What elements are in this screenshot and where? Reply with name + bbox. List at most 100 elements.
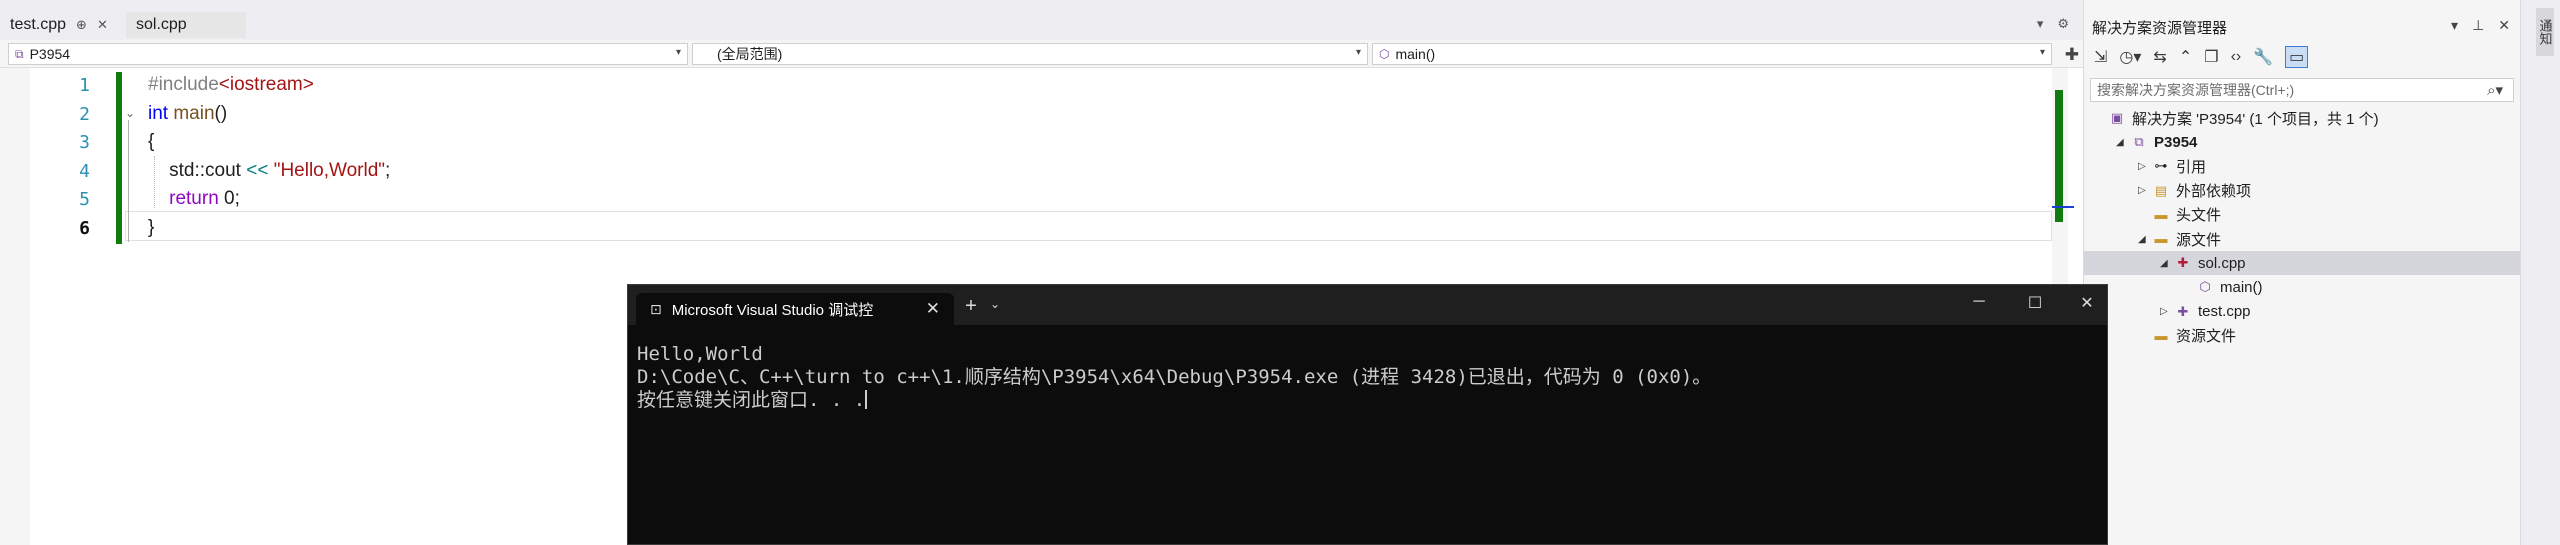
code-line[interactable]: } — [148, 217, 154, 239]
tree-item[interactable]: ▷ ⊶ 引用 — [2084, 154, 2521, 178]
switch-views-icon[interactable]: ⇲ — [2094, 47, 2107, 67]
code-token: std::cout — [148, 159, 247, 181]
close-tab-icon[interactable]: ✕ — [926, 299, 940, 319]
console-tab-title: Microsoft Visual Studio 调试控 — [671, 301, 874, 319]
collapsed-arrow-icon[interactable]: ▷ — [2138, 161, 2152, 172]
scrollbar-thumb[interactable] — [2055, 90, 2063, 222]
preview-selected-icon[interactable]: ▭ — [2285, 46, 2309, 68]
line-number: 6 — [79, 217, 90, 239]
code-line[interactable]: std::cout << "Hello,World"; — [148, 160, 390, 182]
expanded-arrow-icon[interactable]: ◢ — [2160, 258, 2174, 269]
tree-item[interactable]: ▬ 头文件 — [2084, 203, 2521, 227]
panel-title: 解决方案资源管理器 — [2092, 20, 2228, 37]
solution-icon: ▣ — [2110, 110, 2124, 125]
tree-item[interactable]: ▣ 解决方案 'P3954' (1 个项目，共 1 个) — [2084, 106, 2521, 130]
chevron-down-icon[interactable]: ▾ — [1356, 47, 1361, 58]
external-deps-icon: ▤ — [2154, 182, 2168, 198]
cpp-file-icon: ✚ — [2177, 303, 2189, 319]
collapsed-arrow-icon[interactable]: ▷ — [2160, 306, 2174, 317]
console-tab[interactable]: ⊡ Microsoft Visual Studio 调试控 ✕ — [636, 293, 954, 325]
maximize-icon[interactable]: ☐ — [2015, 293, 2055, 313]
solution-explorer-toolbar: ⇲ ◷▾ ⇆ ⌃ ❐ ‹› 🔧 ▭ — [2084, 42, 2521, 72]
new-tab-plus-icon[interactable]: + — [956, 295, 986, 318]
console-output: Hello,World D:\Code\C、C++\turn to c++\1.顺… — [637, 343, 1711, 412]
scope-combo-value: (全局范围) — [717, 46, 783, 62]
code-token: ; — [385, 159, 391, 181]
view-code-icon[interactable]: ‹› — [2231, 48, 2242, 66]
code-line[interactable]: { — [148, 131, 154, 153]
line-number: 2 — [79, 103, 90, 125]
settings-gear-icon[interactable]: ⚙ — [2057, 16, 2069, 32]
search-icon[interactable]: ⌕▾ — [2487, 81, 2503, 99]
chevron-down-icon[interactable]: ⌄ — [990, 297, 1000, 311]
code-line[interactable]: return 0; — [148, 188, 240, 210]
properties-wrench-icon[interactable]: 🔧 — [2253, 47, 2273, 67]
solution-explorer-panel: 解决方案资源管理器 ▾ ⊥ ✕ ⇲ ◷▾ ⇆ ⌃ ❐ ‹› 🔧 ▭ 搜索解决方案… — [2083, 0, 2521, 545]
tree-item[interactable]: ▷ ✚ test.cpp — [2084, 300, 2521, 324]
show-all-files-icon[interactable]: ❐ — [2204, 47, 2218, 67]
project-combo-value: P3954 — [29, 46, 71, 62]
scope-combo[interactable]: (全局范围) ▾ — [692, 43, 1368, 65]
member-combo[interactable]: ⬡ main() ▾ — [1372, 43, 2052, 65]
tree-item-label: 头文件 — [2176, 207, 2222, 225]
side-tool-strip — [2520, 0, 2560, 545]
line-number: 4 — [79, 160, 90, 182]
current-line-highlight — [125, 211, 2052, 241]
collapse-all-icon[interactable]: ⌃ — [2179, 47, 2192, 67]
expanded-arrow-icon[interactable]: ◢ — [2138, 234, 2152, 245]
expanded-arrow-icon[interactable]: ◢ — [2116, 137, 2130, 148]
notifications-tab[interactable]: 通知 — [2536, 8, 2554, 56]
code-token: <iostream> — [218, 74, 314, 95]
project-combo[interactable]: ⧉ P3954 ▾ — [8, 43, 688, 65]
close-icon[interactable]: ✕ — [97, 17, 108, 33]
tree-item-label: 外部依赖项 — [2176, 183, 2252, 201]
solution-search-input[interactable]: 搜索解决方案资源管理器(Ctrl+;) ⌕▾ — [2090, 78, 2514, 102]
project-icon: ⧉ — [15, 46, 24, 61]
search-placeholder: 搜索解决方案资源管理器(Ctrl+;) — [2097, 82, 2295, 98]
minimize-icon[interactable]: ─ — [1959, 293, 1999, 311]
code-token: #include — [148, 74, 219, 95]
line-number: 1 — [79, 75, 90, 96]
tab-sol-cpp[interactable]: sol.cpp — [126, 12, 246, 38]
collapsed-arrow-icon[interactable]: ▷ — [2138, 185, 2152, 196]
code-token: "Hello,World" — [273, 159, 386, 181]
tab-test-cpp[interactable]: test.cpp ⊕ ✕ — [0, 12, 118, 38]
console-titlebar: ⊡ Microsoft Visual Studio 调试控 ✕ + ⌄ ─ ☐ … — [628, 285, 2107, 325]
tree-item[interactable]: ◢ ✚ sol.cpp — [2084, 251, 2521, 276]
change-tracking-bar — [116, 72, 122, 244]
split-add-icon[interactable]: ✚ — [2065, 45, 2079, 65]
code-token: 0; — [218, 188, 240, 209]
chevron-down-icon[interactable]: ▾ — [2040, 47, 2045, 58]
code-token: } — [148, 216, 155, 238]
collapse-chevron-icon[interactable]: ⌄ — [125, 106, 135, 120]
close-window-icon[interactable]: ✕ — [2067, 293, 2107, 313]
caret-position-marker — [2052, 206, 2074, 208]
tree-item[interactable]: ▷ ▤ 外部依赖项 — [2084, 179, 2521, 203]
text-cursor — [865, 390, 868, 409]
tree-item[interactable]: ⬡ main() — [2084, 275, 2521, 299]
history-icon[interactable]: ◷▾ — [2119, 47, 2141, 67]
line-number: 5 — [79, 189, 90, 210]
window-position-dropdown-icon[interactable]: ▾ — [2451, 17, 2458, 34]
tree-item-label: 源文件 — [2176, 231, 2222, 249]
tree-item-label: sol.cpp — [2198, 254, 2246, 272]
sync-icon[interactable]: ⇆ — [2153, 47, 2166, 67]
console-line: Hello,World — [637, 343, 763, 365]
code-line[interactable]: int main() — [148, 103, 227, 125]
tree-item-label: main() — [2220, 278, 2263, 296]
function-icon: ⬡ — [1379, 47, 1390, 61]
tree-item[interactable]: ▬ 资源文件 — [2084, 324, 2521, 348]
tree-item[interactable]: ◢ ⧉ P3954 — [2084, 130, 2521, 154]
console-line-prompt: 按任意键关闭此窗口. . . — [637, 389, 1711, 412]
tab-list-dropdown-icon[interactable]: ▾ — [2037, 16, 2044, 32]
chevron-down-icon[interactable]: ▾ — [676, 47, 681, 58]
pin-icon[interactable]: ⊕ — [76, 17, 87, 33]
code-token: int — [148, 102, 169, 124]
pin-icon[interactable]: ⊥ — [2472, 17, 2484, 34]
line-number: 3 — [79, 132, 90, 153]
close-icon[interactable]: ✕ — [2498, 17, 2510, 34]
function-icon: ⬡ — [2199, 279, 2211, 295]
debug-console-window[interactable]: ⊡ Microsoft Visual Studio 调试控 ✕ + ⌄ ─ ☐ … — [627, 284, 2108, 545]
tree-item[interactable]: ◢ ▬ 源文件 — [2084, 227, 2521, 251]
code-line[interactable]: #include<iostream> — [148, 74, 314, 96]
